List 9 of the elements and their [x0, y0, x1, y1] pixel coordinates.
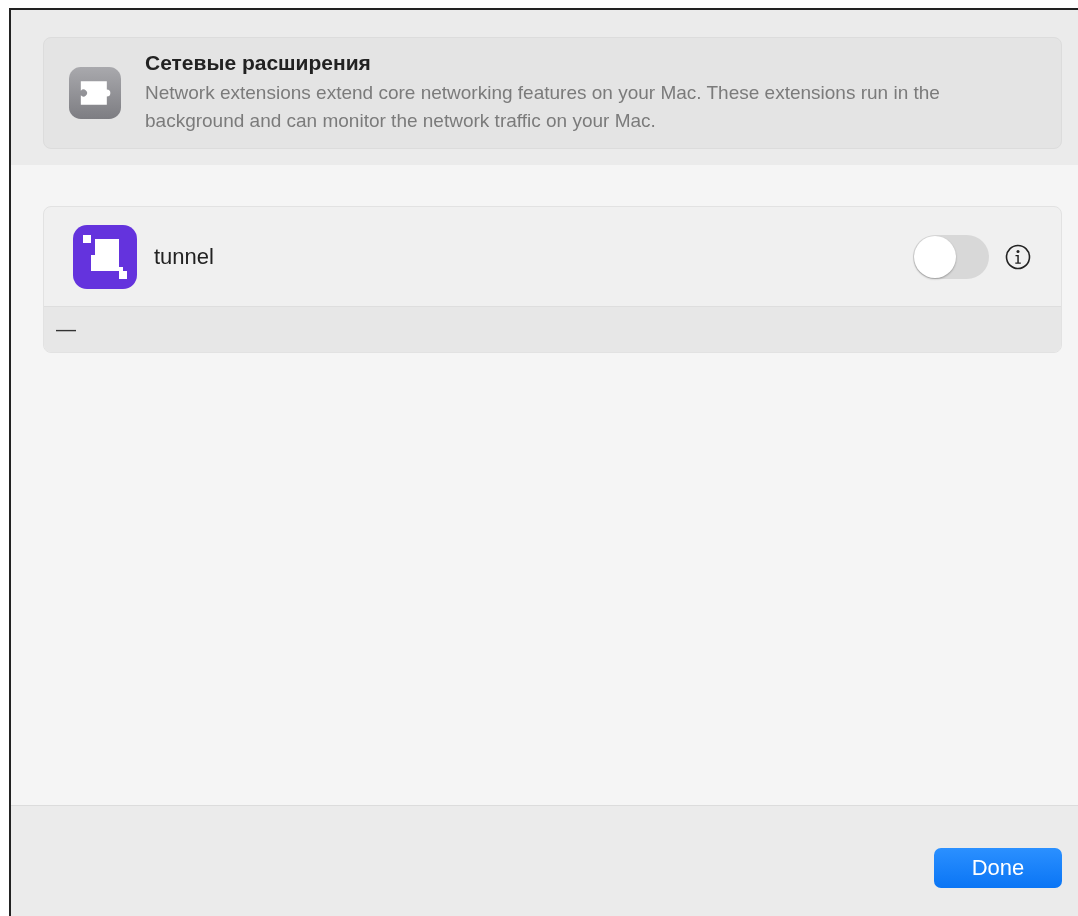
app-icon [73, 224, 137, 289]
extension-detail: — [56, 318, 76, 341]
extension-name: tunnel [154, 243, 214, 270]
done-button[interactable]: Done [934, 848, 1062, 888]
header-title: Сетевые расширения [145, 51, 372, 75]
info-icon[interactable] [1005, 243, 1031, 270]
puzzle-icon [69, 67, 121, 119]
toggle-switch[interactable] [913, 234, 989, 279]
header-description: Network extensions extend core networking features on your Mac. These extensions run in the background and can monitor the network traffic on your Mac. [145, 81, 941, 133]
